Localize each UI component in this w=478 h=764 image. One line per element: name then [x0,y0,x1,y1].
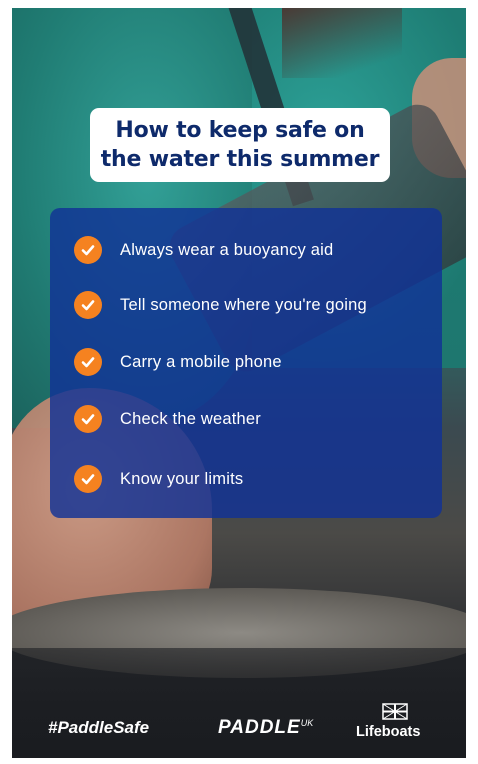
checklist-panel: Always wear a buoyancy aid Tell someone … [50,208,442,518]
lifeboats-logo: Lifeboats [354,702,434,752]
paddle-brand: PADDLE [218,717,301,738]
list-item: Know your limits [74,464,243,494]
page-title: How to keep safe on the water this summe… [95,116,385,174]
lifeboats-text: Lifeboats [356,724,421,740]
list-item-label: Tell someone where you're going [120,295,367,314]
paddle-suffix: UK [300,718,314,728]
check-icon [74,291,102,319]
footer: #PaddleSafe PADDLEUK Lifeboats [12,698,466,758]
check-icon [74,405,102,433]
check-icon [74,348,102,376]
list-item-label: Know your limits [120,469,244,488]
list-item-label: Carry a mobile phone [120,352,282,371]
poster: How to keep safe on the water this summe… [12,8,466,758]
list-item: Tell someone where you're going [74,290,367,320]
background-photo-hair [282,8,402,78]
hashtag: #PaddleSafe [48,718,150,737]
flag-icon [382,703,408,720]
paddle-uk-logo: PADDLEUK [218,717,313,739]
check-icon [74,465,102,493]
title-line-2: the water this summer [100,147,380,172]
title-line-1: How to keep safe on [115,118,365,143]
list-item-label: Always wear a buoyancy aid [120,240,334,259]
list-item: Carry a mobile phone [74,347,282,377]
list-item-label: Check the weather [120,409,261,428]
list-item: Always wear a buoyancy aid [74,235,333,265]
title-box: How to keep safe on the water this summe… [90,108,390,182]
check-icon [74,236,102,264]
list-item: Check the weather [74,404,261,434]
